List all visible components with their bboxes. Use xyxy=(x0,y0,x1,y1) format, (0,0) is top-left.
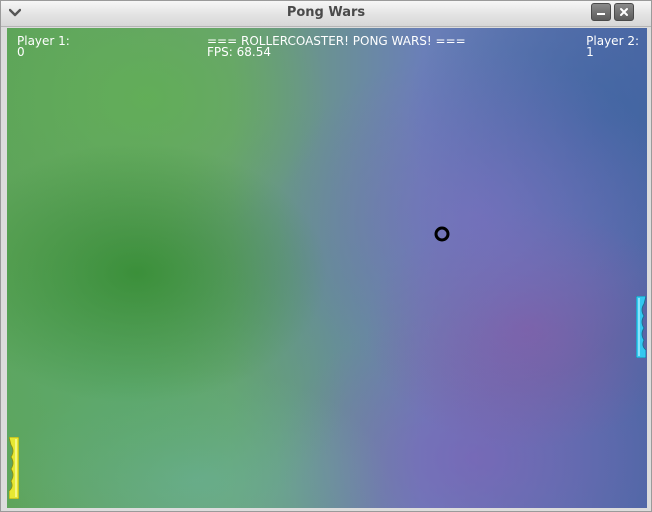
player1-hud: Player 1: 0 xyxy=(17,34,70,59)
minimize-icon xyxy=(597,13,605,15)
center-hud: === ROLLERCOASTER! PONG WARS! === FPS: 6… xyxy=(207,35,466,59)
fps-counter: FPS: 68.54 xyxy=(207,45,271,59)
left-paddle[interactable] xyxy=(9,437,19,499)
player2-score: 1 xyxy=(586,45,594,59)
player2-label: Player 2: xyxy=(586,34,639,48)
player1-score: 0 xyxy=(17,45,25,59)
minimize-button[interactable] xyxy=(591,3,611,21)
player2-hud: Player 2: 1 xyxy=(586,34,639,59)
window-title: Pong Wars xyxy=(286,5,366,20)
ball xyxy=(434,226,450,242)
close-icon xyxy=(620,8,628,16)
close-button[interactable] xyxy=(614,3,634,21)
title-bar[interactable]: Pong Wars xyxy=(1,1,651,27)
game-canvas[interactable]: Player 1: 0 === ROLLERCOASTER! PONG WARS… xyxy=(7,28,647,508)
player1-label: Player 1: xyxy=(17,34,70,48)
app-window: Pong Wars Player 1: 0 === ROLLERCOASTER!… xyxy=(0,0,652,512)
right-paddle[interactable] xyxy=(636,296,646,358)
